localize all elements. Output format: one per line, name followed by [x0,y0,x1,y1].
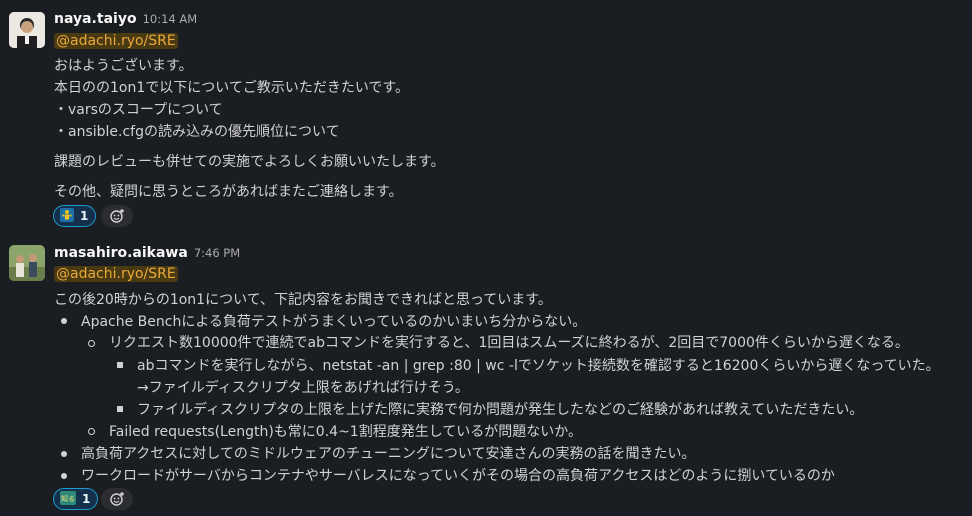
group-photo-icon [9,245,45,281]
text-line: ・varsのスコープについて [54,102,223,118]
add-reaction-button[interactable] [101,488,133,510]
add-reaction-button[interactable] [101,205,133,227]
list-item: abコマンドを実行しながら、netstat -an | grep :80 | w… [137,358,940,374]
list-item: 高負荷アクセスに対してのミドルウェアのチューニングについて安達さんの実務の話を聞… [81,446,696,462]
timestamp[interactable]: 7:46 PM [194,246,240,260]
avatar-masahiro-aikawa[interactable] [9,245,45,281]
message-1: naya.taiyo 10:14 AM @adachi.ryo/SRE おはようご… [0,0,972,240]
svg-text:知る: 知る [61,494,75,503]
text-line: 課題のレビューも併せての実施でよろしくお願いいたします。 [54,154,445,170]
timestamp[interactable]: 10:14 AM [143,12,198,26]
author-name[interactable]: naya.taiyo 10:14 AM [54,11,197,27]
text-line: ・ansible.cfgの読み込みの優先順位について [54,124,340,140]
person-photo-icon [9,12,45,48]
list-item: ワークロードがサーバからコンテナやサーバレスになっていくがその場合の高負荷アクセ… [81,468,835,484]
text-line: おはようございます。 [54,58,193,74]
person-icon [60,207,74,225]
text-line: 本日のの1on1で以下についてご教示いただきたいです。 [54,80,410,96]
reaction-pill[interactable]: 知る 1 [53,488,99,510]
bullet-dot [61,451,67,457]
mention-line: @adachi.ryo/SRE [54,33,178,49]
add-emoji-icon [110,209,124,223]
add-emoji-icon [110,492,124,506]
bullet-dot [61,473,67,479]
bullet-dot [61,318,67,324]
reaction-count: 1 [80,209,89,223]
text-line: この後20時からの1on1について、下記内容をお聞きできればと思っています。 [54,292,552,308]
reaction-count: 1 [82,492,91,506]
author-name[interactable]: masahiro.aikawa 7:46 PM [54,245,240,261]
avatar-naya-taiyo[interactable] [9,12,45,48]
bullet-circle [88,340,95,347]
list-item: Apache Benchによる負荷テストがうまくいっているのかいまいち分からない… [81,314,587,330]
user-mention[interactable]: @adachi.ryo/SRE [54,266,178,282]
bullet-square [117,406,123,412]
list-item: Failed requests(Length)も常に0.4~1割程度発生している… [109,424,583,440]
user-mention[interactable]: @adachi.ryo/SRE [54,33,178,49]
bullet-square [117,362,123,368]
list-item-continuation: →ファイルディスクリプタ上限をあげれば行けそう。 [137,380,469,396]
list-item: リクエスト数10000件で連続でabコマンドを実行すると、1回目はスムーズに終わ… [109,335,909,351]
mention-line: @adachi.ryo/SRE [54,266,178,282]
text-line: その他、疑問に思うところがあればまたご連絡します。 [54,184,403,200]
reaction-pill[interactable]: 1 [53,205,97,227]
bullet-circle [88,428,95,435]
list-item: ファイルディスクリプタの上限を上げた際に実務で何か問題が発生したなどのご経験があ… [137,402,864,418]
chishiki-icon: 知る [60,490,76,508]
message-2: masahiro.aikawa 7:46 PM @adachi.ryo/SRE こ… [0,240,972,516]
